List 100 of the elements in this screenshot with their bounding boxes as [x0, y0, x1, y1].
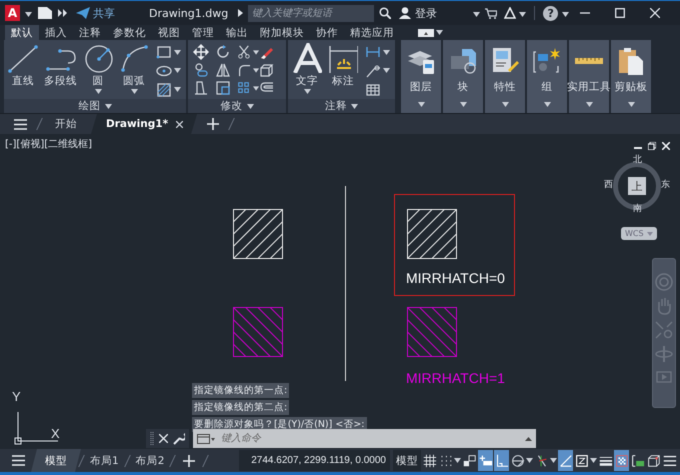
search-field[interactable]: 键入关键字或短语 [248, 4, 374, 22]
caret-icon[interactable] [436, 30, 443, 35]
status-toggle-button[interactable] [478, 450, 493, 471]
caret-icon[interactable] [174, 68, 181, 74]
caret-icon[interactable] [252, 68, 259, 72]
compass-label[interactable]: 南 [633, 205, 642, 214]
caret-icon[interactable] [174, 87, 181, 92]
viewport-controls-label[interactable]: [-][俯视][二维线框] [5, 137, 92, 151]
maximize-icon[interactable] [615, 8, 625, 18]
command-line-field[interactable]: 键入命令 [193, 429, 536, 448]
grip-icon[interactable] [150, 432, 154, 446]
fillet-icon[interactable] [237, 62, 251, 78]
view-cube-face[interactable]: 上 [628, 177, 646, 195]
plus-icon[interactable] [183, 454, 196, 466]
model-space-button[interactable]: 模型 [393, 450, 421, 471]
ribbon-tool-button[interactable]: 多段线 [43, 43, 78, 99]
cube-icon[interactable] [259, 62, 275, 78]
ribbon-large-button[interactable]: 实用工具 [569, 40, 609, 113]
ribbon-tab[interactable]: 注释 [73, 25, 107, 40]
triangle-nodes-icon[interactable] [504, 7, 516, 19]
caret-icon[interactable] [25, 12, 32, 16]
ribbon-tool-button[interactable]: 标注 [327, 43, 359, 99]
mirror-icon[interactable] [215, 62, 231, 78]
rotate-icon[interactable] [215, 44, 231, 60]
plus-icon[interactable] [207, 118, 220, 130]
ribbon-tool-button[interactable]: 文字 [291, 43, 323, 99]
caret-icon[interactable] [562, 12, 570, 16]
ribbon-tab[interactable]: 参数化 [107, 25, 152, 40]
command-input-field[interactable]: 键入命令 [219, 432, 521, 445]
layout-tab[interactable]: 布局2 [128, 449, 172, 472]
caret-icon[interactable] [252, 50, 259, 54]
ribbon-tool-button[interactable]: 圆弧 [118, 43, 150, 99]
selection-icon [630, 453, 645, 468]
caret-icon[interactable] [383, 50, 390, 55]
menu-icon[interactable] [12, 455, 25, 466]
share-button[interactable]: 共享 [76, 6, 115, 20]
compass-label[interactable]: 东 [661, 181, 670, 190]
ribbon-tool-button[interactable]: 直线 [7, 43, 39, 99]
ribbon-large-button[interactable]: 图层 [401, 40, 441, 113]
array-icon[interactable] [237, 80, 251, 96]
wrench-icon[interactable] [173, 432, 185, 444]
ribbon-tab[interactable]: 管理 [186, 25, 220, 40]
search-icon[interactable] [379, 7, 392, 19]
command-window-icon[interactable] [197, 434, 215, 444]
ribbon-tab[interactable]: 精选应用 [344, 25, 400, 40]
caret-icon[interactable] [383, 68, 390, 74]
file-tab[interactable]: 开始 [40, 114, 91, 134]
close-icon[interactable] [159, 434, 168, 443]
ribbon-large-button[interactable]: 组 [527, 40, 567, 113]
close-icon[interactable] [650, 8, 660, 18]
move-icon[interactable] [193, 44, 209, 60]
copy-icon[interactable] [193, 62, 209, 78]
close-icon[interactable] [662, 142, 670, 150]
layout-tab[interactable]: 布局1 [82, 449, 127, 472]
stretch-icon[interactable] [193, 80, 209, 96]
close-icon[interactable] [176, 120, 184, 128]
panel-title-button[interactable]: 绘图 [4, 99, 186, 113]
restore-icon[interactable] [648, 142, 656, 150]
ribbon-tab[interactable]: 视图 [152, 25, 186, 40]
status-toggle-button[interactable] [494, 450, 509, 471]
leader-icon[interactable] [365, 62, 381, 79]
ribbon-tab[interactable]: 协作 [310, 25, 344, 40]
caret-up-icon[interactable] [525, 436, 532, 440]
panel-toggle-icon[interactable] [418, 28, 434, 36]
file-tab[interactable]: Drawing1* [91, 114, 198, 134]
table-icon[interactable] [365, 82, 381, 98]
compass-label[interactable]: 西 [604, 181, 613, 190]
cart-icon[interactable] [485, 8, 498, 18]
scissors-icon[interactable] [237, 44, 251, 60]
status-toggle-button[interactable] [614, 450, 629, 471]
ribbon-tool-button[interactable]: 圆 [82, 43, 114, 99]
layout-tab[interactable]: 模型 [31, 449, 81, 472]
ribbon-tab[interactable]: 插入 [39, 25, 73, 40]
caret-icon[interactable] [252, 86, 259, 90]
caret-icon[interactable] [473, 12, 480, 16]
app-logo[interactable]: A [5, 5, 20, 21]
double-chevron-icon[interactable] [58, 9, 68, 17]
scale-icon[interactable] [215, 80, 231, 96]
ribbon-tab[interactable]: 附加模块 [254, 25, 310, 40]
compass-label[interactable]: 北 [633, 156, 642, 165]
caret-icon[interactable] [174, 50, 181, 55]
caret-icon[interactable] [519, 12, 526, 16]
help-button[interactable]: ? [543, 6, 558, 20]
ribbon-large-button[interactable]: 块 [443, 40, 483, 113]
hatch-icon[interactable] [156, 82, 172, 98]
panel-title-button[interactable]: 修改 [188, 99, 286, 113]
ribbon-tab[interactable]: 默认 [5, 25, 39, 40]
chevron-icon[interactable] [238, 9, 244, 17]
ruler-icon [574, 57, 604, 65]
rectangle-icon[interactable] [156, 44, 172, 60]
status-toggle-button[interactable] [558, 450, 573, 471]
panel-title-button[interactable]: 注释 [288, 99, 395, 113]
ribbon-large-button[interactable]: 特性 [485, 40, 525, 113]
caret-icon [246, 104, 254, 108]
ribbon-large-button[interactable]: 剪贴板 [611, 40, 651, 113]
ribbon-tab[interactable]: 输出 [220, 25, 254, 40]
drawing-text: MIRRHATCH=1 [406, 370, 505, 386]
menu-icon[interactable] [14, 118, 27, 130]
document-icon[interactable] [38, 7, 52, 19]
sign-in-button[interactable]: 登录 [399, 6, 438, 20]
